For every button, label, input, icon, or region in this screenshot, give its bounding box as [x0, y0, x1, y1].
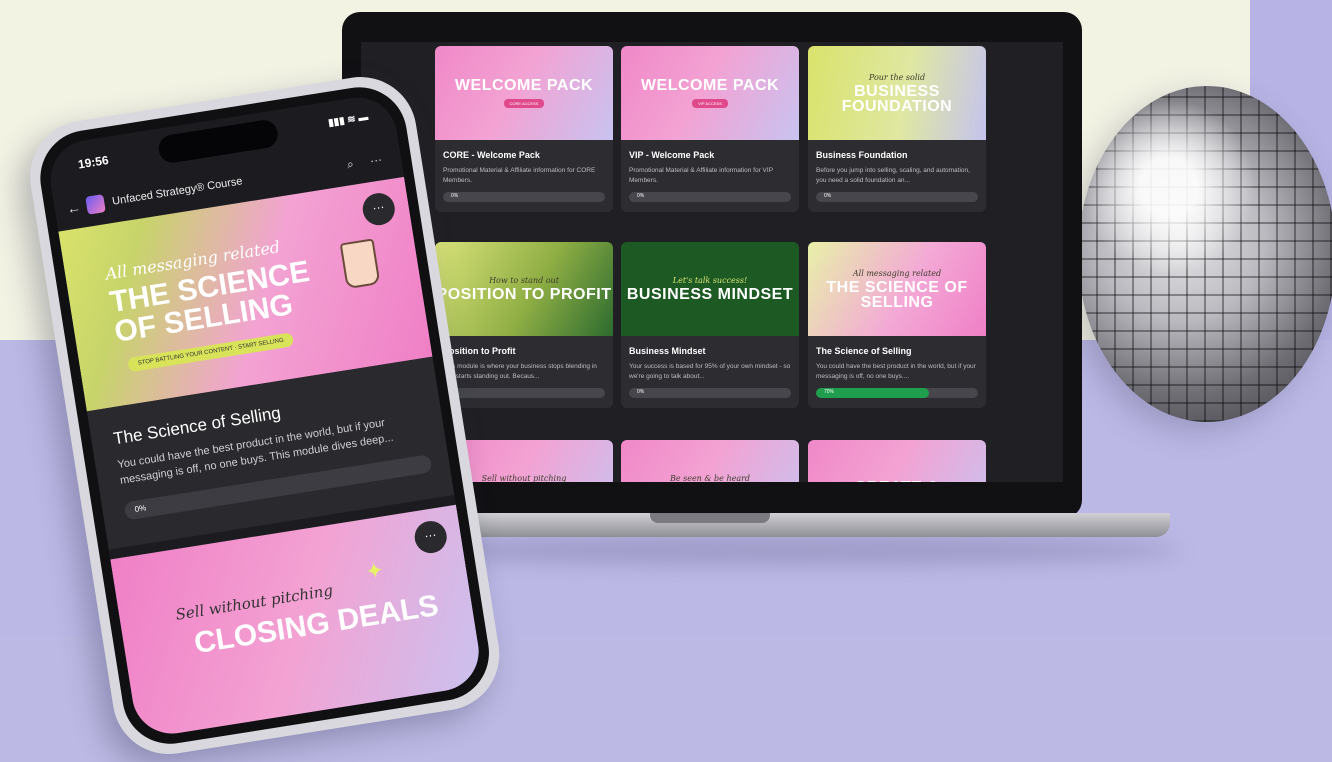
module-thumbnail[interactable]: WELCOME PACK VIP ACCESS: [621, 46, 799, 140]
thumbnail-title: CREATE &: [855, 479, 940, 482]
module-thumbnail[interactable]: Let's talk success! BUSINESS MINDSET: [621, 242, 799, 336]
progress-bar: 0%: [443, 192, 605, 202]
module-card[interactable]: Be seen & be heardVISIBILITY: [621, 440, 799, 482]
thumbnail-title: THE SCIENCE OF SELLING: [826, 278, 968, 311]
module-card[interactable]: Let's talk success! BUSINESS MINDSET Busin…: [621, 242, 799, 408]
signal-icon: ▮▮▮ ≋ ▬: [327, 111, 370, 129]
module-description: Before you jump into selling, scaling, a…: [816, 167, 970, 184]
progress-label: 0%: [824, 193, 832, 199]
module-description: Promotional Material & Affiliate informa…: [629, 167, 773, 184]
module-card[interactable]: WELCOME PACK CORE ACCESS CORE - Welcome Pa…: [435, 46, 613, 212]
disco-ball-image: [1078, 86, 1332, 422]
module-card[interactable]: How to stand out POSITION TO PROFIT Positi…: [435, 242, 613, 408]
progress-bar: 0%: [629, 192, 791, 202]
module-thumbnail[interactable]: Pour the solid BUSINESS FOUNDATION: [808, 46, 986, 140]
laptop-display: WELCOME PACK CORE ACCESS CORE - Welcome Pa…: [361, 42, 1063, 482]
module-card[interactable]: All messaging related THE SCIENCE OF SELL…: [808, 242, 986, 408]
phone-screen: 19:56 ▮▮▮ ≋ ▬ ← Unfaced Strategy® Course…: [44, 91, 485, 740]
thumbnail-badge: CORE ACCESS: [503, 99, 545, 108]
thumbnail-title: WELCOME PACK: [640, 77, 780, 94]
status-time: 19:56: [77, 152, 110, 172]
module-description: Promotional Material & Affiliate informa…: [443, 167, 596, 184]
module-description: Your success is based for 95% of your ow…: [629, 363, 791, 380]
next-module-more-button[interactable]: ···: [412, 518, 450, 556]
module-title: CORE - Welcome Pack: [443, 150, 540, 160]
module-title: Position to Profit: [443, 346, 516, 356]
module-card[interactable]: WELCOME PACK VIP ACCESS VIP - Welcome Pack…: [621, 46, 799, 212]
progress-bar: 70%: [816, 388, 978, 398]
module-thumbnail[interactable]: Be seen & be heardVISIBILITY: [621, 440, 799, 482]
sparkle-icon: ✦: [363, 556, 386, 585]
module-thumbnail[interactable]: All messaging related THE SCIENCE OF SELL…: [808, 242, 986, 336]
laptop-shadow: [400, 535, 1180, 565]
progress-bar: 0%: [629, 388, 791, 398]
thumbnail-badge: VIP ACCESS: [692, 99, 728, 108]
iced-coffee-icon: [339, 238, 381, 290]
progress-bar: 0%: [443, 388, 605, 398]
module-thumbnail[interactable]: CREATE &: [808, 440, 986, 482]
thumbnail-title: BUSINESS MINDSET: [626, 286, 794, 303]
module-description: You could have the best product in the w…: [816, 363, 976, 380]
laptop-base: [405, 513, 1170, 537]
thumbnail-script: Sell without pitching: [481, 474, 567, 482]
progress-bar: 0%: [816, 192, 978, 202]
module-description: This module is where your business stops…: [443, 363, 597, 380]
module-title: Business Foundation: [816, 150, 908, 160]
thumbnail-title: BUSINESS FOUNDATION: [841, 82, 953, 115]
progress-label: 0%: [451, 193, 459, 199]
laptop-notch: [650, 513, 770, 523]
module-title: Business Mindset: [629, 346, 706, 356]
module-title: VIP - Welcome Pack: [629, 150, 715, 160]
thumbnail-script: How to stand out: [489, 276, 559, 285]
thumbnail-script: Pour the solid: [868, 72, 926, 82]
thumbnail-script: All messaging related: [852, 268, 942, 278]
thumbnail-title: POSITION TO PROFIT: [436, 286, 612, 303]
thumbnail-script: Let's talk success!: [672, 276, 748, 285]
progress-label: 0%: [637, 193, 645, 199]
module-title: The Science of Selling: [816, 346, 912, 356]
search-icon[interactable]: ⌕: [336, 155, 364, 174]
app-logo: [85, 194, 106, 215]
more-icon[interactable]: ···: [362, 151, 390, 169]
module-more-button[interactable]: ···: [360, 190, 398, 228]
module-card[interactable]: Pour the solid BUSINESS FOUNDATION Busines…: [808, 46, 986, 212]
module-thumbnail[interactable]: How to stand out POSITION TO PROFIT: [435, 242, 613, 336]
progress-label: 0%: [637, 389, 645, 395]
module-thumbnail[interactable]: WELCOME PACK CORE ACCESS: [435, 46, 613, 140]
thumbnail-title: WELCOME PACK: [454, 77, 594, 94]
progress-label: 70%: [824, 389, 835, 395]
thumbnail-script: Be seen & be heard: [669, 474, 751, 482]
back-icon[interactable]: ←: [66, 198, 88, 217]
module-card[interactable]: CREATE &: [808, 440, 986, 482]
